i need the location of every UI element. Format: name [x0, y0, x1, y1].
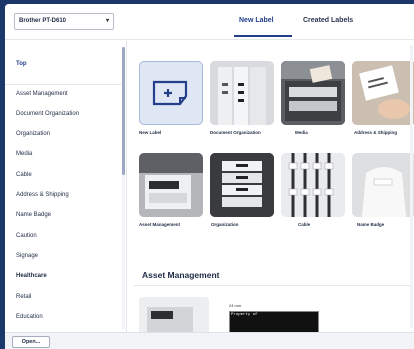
tile-label-new-label: New Label: [139, 130, 162, 135]
content-divider: [134, 285, 410, 286]
sidebar-item-education[interactable]: Education: [16, 314, 43, 320]
template-gallery: New Label Document Organization Media Ad…: [128, 41, 414, 337]
sidebar-item-document-organization[interactable]: Document Organization: [16, 111, 79, 117]
sidebar-item-asset-management[interactable]: Asset Management: [16, 91, 68, 97]
tile-organization[interactable]: [210, 153, 274, 217]
sidebar-divider: [5, 84, 123, 85]
printer-select-value: Brother PT-D610: [19, 18, 67, 24]
open-button[interactable]: Open...: [12, 336, 50, 348]
content-scrollbar[interactable]: [410, 45, 413, 328]
category-sidebar: Top Asset Management Document Organizati…: [5, 41, 127, 332]
sidebar-item-top[interactable]: Top: [16, 61, 27, 67]
label-preview-text: Property of: [231, 313, 258, 317]
tile-name-badge[interactable]: [352, 153, 414, 217]
tile-address-shipping[interactable]: [352, 61, 414, 125]
bottom-bar: Open...: [5, 332, 414, 349]
tile-label-cable: Cable: [298, 222, 311, 227]
tile-new-label[interactable]: [139, 61, 203, 125]
tab-new-label[interactable]: New Label: [239, 17, 274, 24]
media-image: [281, 61, 345, 125]
address-shipping-image: [352, 61, 414, 125]
sidebar-item-healthcare[interactable]: Healthcare: [16, 273, 47, 279]
new-label-icon: [152, 80, 188, 106]
sidebar-item-retail[interactable]: Retail: [16, 294, 31, 300]
tile-label-organization: Organization: [211, 222, 239, 227]
sidebar-item-media[interactable]: Media: [16, 151, 32, 157]
section-title: Asset Management: [142, 270, 220, 280]
cable-image: [281, 153, 345, 217]
sidebar-item-caution[interactable]: Caution: [16, 233, 37, 239]
tile-asset-management[interactable]: [139, 153, 203, 217]
sidebar-item-organization[interactable]: Organization: [16, 131, 50, 137]
sidebar-item-cable[interactable]: Cable: [16, 172, 32, 178]
sidebar-item-address-shipping[interactable]: Address & Shipping: [16, 192, 69, 198]
tile-cable[interactable]: [281, 153, 345, 217]
printer-select[interactable]: Brother PT-D610 ▾: [14, 13, 114, 30]
sidebar-scrollbar-thumb[interactable]: [122, 47, 125, 175]
top-bar: Brother PT-D610 ▾ New Label Created Labe…: [5, 4, 414, 40]
tile-document-organization[interactable]: [210, 61, 274, 125]
tile-label-document-organization: Document Organization: [210, 130, 261, 135]
app-window: Brother PT-D610 ▾ New Label Created Labe…: [5, 4, 414, 349]
tile-media[interactable]: [281, 61, 345, 125]
active-tab-indicator: [234, 35, 292, 37]
tile-label-address-shipping: Address & Shipping: [354, 130, 398, 135]
printer-image: [139, 297, 209, 337]
organization-image: [210, 153, 274, 217]
tab-created-labels[interactable]: Created Labels: [303, 17, 353, 24]
tile-label-asset-management: Asset Management: [139, 222, 181, 227]
asset-management-image: [139, 153, 203, 217]
name-badge-image: [352, 153, 414, 217]
preview-caption: 24 mm: [229, 303, 242, 308]
sidebar-item-signage[interactable]: Signage: [16, 253, 38, 259]
sidebar-item-name-badge[interactable]: Name Badge: [16, 212, 51, 218]
tile-label-name-badge: Name Badge: [357, 222, 385, 227]
tile-asset-printer-preview[interactable]: [139, 297, 209, 337]
document-organization-image: [210, 61, 274, 125]
tile-label-media: Media: [295, 130, 308, 135]
chevron-down-icon: ▾: [105, 18, 109, 24]
